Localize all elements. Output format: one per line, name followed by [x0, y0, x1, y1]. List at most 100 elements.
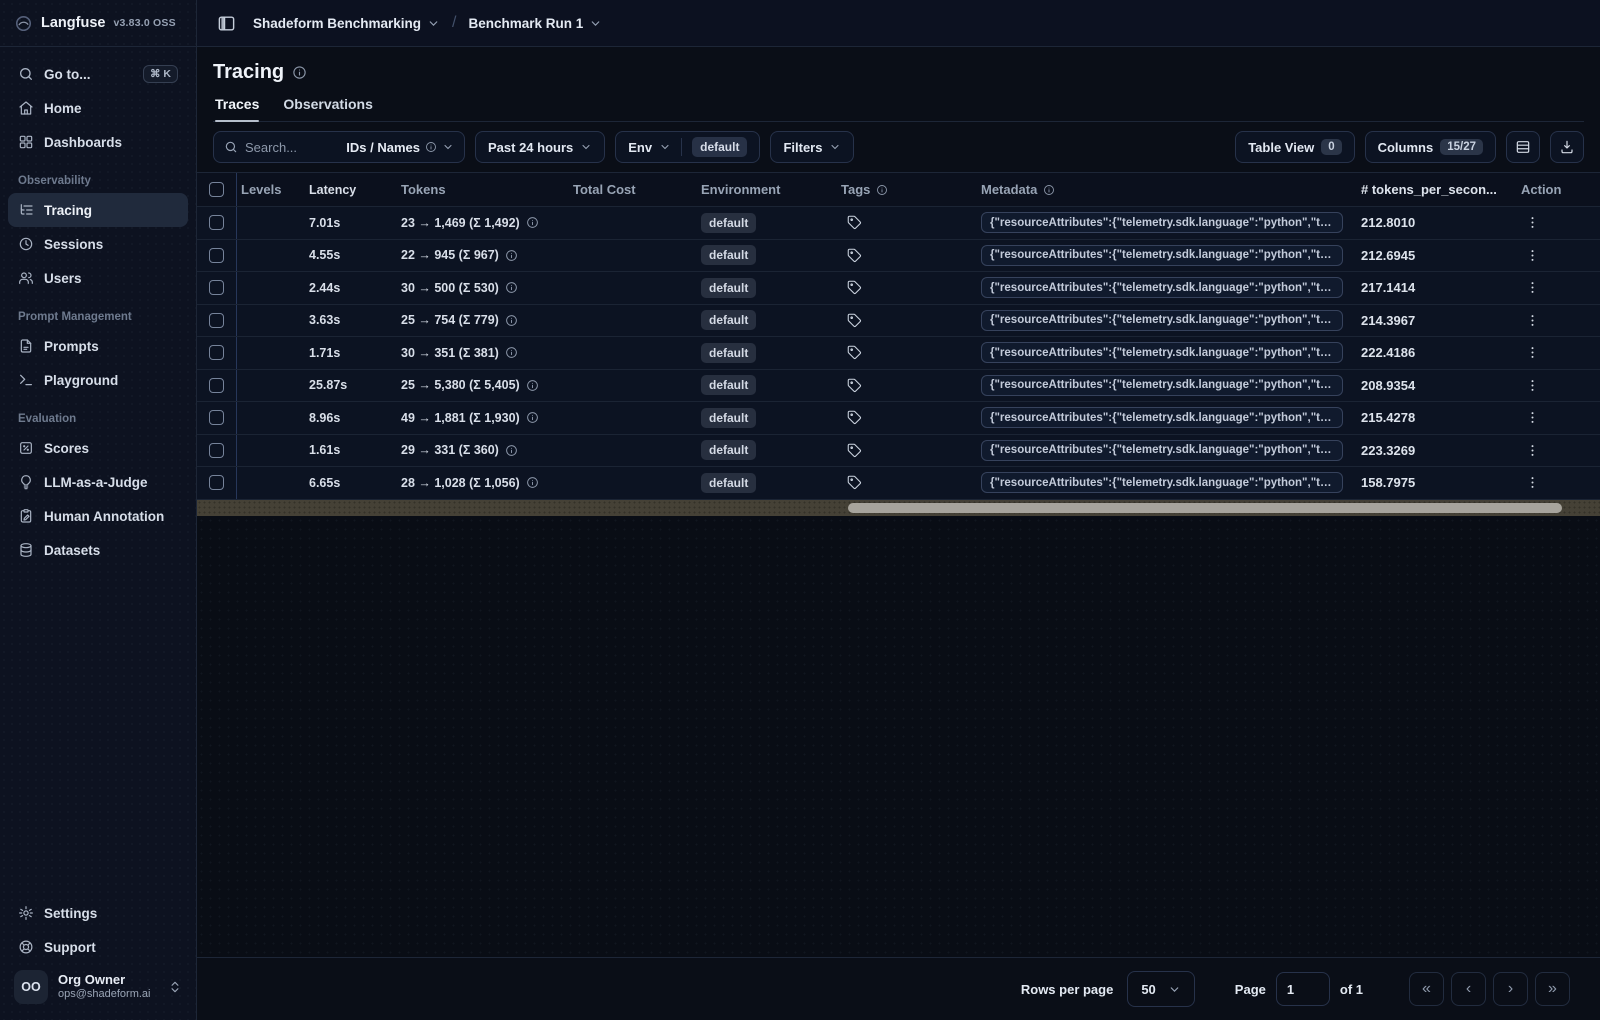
tag-icon[interactable]	[847, 443, 862, 458]
sidebar-item-label: Scores	[44, 440, 90, 456]
next-page-button[interactable]: ›	[1493, 972, 1528, 1006]
column-header-environment: Environment	[701, 182, 781, 197]
goto-search[interactable]: Go to... ⌘ K	[8, 57, 188, 91]
first-page-button[interactable]: «	[1409, 972, 1444, 1006]
kebab-menu-icon[interactable]	[1525, 443, 1540, 458]
tab-traces[interactable]: Traces	[215, 96, 260, 122]
table-row[interactable]: 1.61s 29 → 331 (Σ 360) default {"resourc…	[197, 434, 1600, 467]
search-scope-selector[interactable]: IDs / Names	[346, 140, 454, 155]
sidebar-item-dashboards[interactable]: Dashboards	[8, 125, 188, 159]
kebab-menu-icon[interactable]	[1525, 280, 1540, 295]
section-title-evaluation: Evaluation	[18, 413, 77, 425]
tag-icon[interactable]	[847, 410, 862, 425]
row-checkbox[interactable]	[209, 345, 224, 361]
info-icon[interactable]	[876, 184, 888, 196]
table-row[interactable]: 8.96s 49 → 1,881 (Σ 1,930) default {"res…	[197, 402, 1600, 435]
kebab-menu-icon[interactable]	[1525, 248, 1540, 263]
sidebar-item-home[interactable]: Home	[8, 91, 188, 125]
row-checkbox[interactable]	[209, 280, 224, 296]
breadcrumb-project[interactable]: Shadeform Benchmarking	[253, 16, 440, 31]
row-checkbox[interactable]	[209, 442, 224, 458]
avatar: OO	[14, 970, 48, 1004]
tag-icon[interactable]	[847, 475, 862, 490]
info-icon[interactable]	[526, 476, 539, 489]
tag-icon[interactable]	[847, 248, 862, 263]
page-number-input[interactable]	[1275, 972, 1330, 1006]
sidebar-item-human-annotation[interactable]: Human Annotation	[8, 499, 188, 533]
prev-page-button[interactable]: ‹	[1451, 972, 1486, 1006]
sidebar-item-label: Settings	[44, 905, 98, 921]
info-icon[interactable]	[505, 444, 518, 457]
sidebar-item-scores[interactable]: Scores	[8, 431, 188, 465]
sidebar-item-prompts[interactable]: Prompts	[8, 329, 188, 363]
table-row[interactable]: 7.01s 23 → 1,469 (Σ 1,492) default {"res…	[197, 207, 1600, 240]
columns-button[interactable]: Columns 15/27	[1364, 131, 1496, 163]
table-row[interactable]: 3.63s 25 → 754 (Σ 779) default {"resourc…	[197, 304, 1600, 337]
sidebar-item-settings[interactable]: Settings	[8, 896, 188, 930]
scrollbar-thumb[interactable]	[848, 502, 1562, 513]
user-menu[interactable]: OO Org Owner ops@shadeform.ai	[8, 964, 188, 1010]
table-row[interactable]: 2.44s 30 → 500 (Σ 530) default {"resourc…	[197, 272, 1600, 305]
sidebar-item-datasets[interactable]: Datasets	[8, 533, 188, 567]
info-icon[interactable]	[526, 216, 539, 229]
table-row[interactable]: 6.65s 28 → 1,028 (Σ 1,056) default {"res…	[197, 467, 1600, 500]
kebab-menu-icon[interactable]	[1525, 313, 1540, 328]
kebab-menu-icon[interactable]	[1525, 410, 1540, 425]
info-icon[interactable]	[505, 249, 518, 262]
metadata-cell: {"resourceAttributes":{"telemetry.sdk.la…	[977, 272, 1355, 304]
row-checkbox[interactable]	[209, 377, 224, 393]
kebab-menu-icon[interactable]	[1525, 378, 1540, 393]
rows-per-page-select[interactable]: 50	[1127, 971, 1195, 1007]
info-icon[interactable]	[292, 65, 307, 80]
horizontal-scrollbar[interactable]	[197, 499, 1600, 516]
info-icon[interactable]	[425, 141, 437, 153]
row-checkbox[interactable]	[209, 312, 224, 328]
chevron-down-icon	[580, 141, 592, 153]
sidebar-item-users[interactable]: Users	[8, 261, 188, 295]
export-download-button[interactable]	[1550, 131, 1584, 163]
row-checkbox[interactable]	[209, 247, 224, 263]
filters-button[interactable]: Filters	[770, 131, 855, 163]
tag-icon[interactable]	[847, 345, 862, 360]
levels-cell	[237, 272, 301, 304]
row-checkbox[interactable]	[209, 475, 224, 491]
sidebar-item-tracing[interactable]: Tracing	[8, 193, 188, 227]
environment-badge: default	[701, 212, 757, 233]
info-icon[interactable]	[526, 411, 539, 424]
info-icon[interactable]	[526, 379, 539, 392]
sidebar-item-sessions[interactable]: Sessions	[8, 227, 188, 261]
total-cost-cell	[569, 435, 697, 467]
row-height-button[interactable]	[1506, 131, 1540, 163]
sidebar-toggle-button[interactable]	[211, 8, 241, 38]
table-row[interactable]: 4.55s 22 → 945 (Σ 967) default {"resourc…	[197, 239, 1600, 272]
tab-observations[interactable]: Observations	[283, 96, 372, 121]
tag-icon[interactable]	[847, 280, 862, 295]
tag-icon[interactable]	[847, 215, 862, 230]
sidebar-item-llm-as-a-judge[interactable]: LLM-as-a-Judge	[8, 465, 188, 499]
info-icon[interactable]	[1043, 184, 1055, 196]
kebab-menu-icon[interactable]	[1525, 475, 1540, 490]
row-checkbox[interactable]	[209, 215, 224, 231]
table-row[interactable]: 25.87s 25 → 5,380 (Σ 5,405) default {"re…	[197, 369, 1600, 402]
info-icon[interactable]	[505, 314, 518, 327]
table-row[interactable]: 1.71s 30 → 351 (Σ 381) default {"resourc…	[197, 337, 1600, 370]
search-box[interactable]: IDs / Names	[213, 131, 465, 163]
last-page-button[interactable]: »	[1535, 972, 1570, 1006]
select-all-checkbox[interactable]	[209, 182, 224, 197]
info-icon[interactable]	[505, 346, 518, 359]
tag-icon[interactable]	[847, 313, 862, 328]
search-input[interactable]	[245, 139, 319, 155]
sidebar-item-playground[interactable]: Playground	[8, 363, 188, 397]
info-icon[interactable]	[505, 281, 518, 294]
kebab-menu-icon[interactable]	[1525, 215, 1540, 230]
table-view-button[interactable]: Table View 0	[1235, 131, 1355, 163]
sidebar-item-support[interactable]: Support	[8, 930, 188, 964]
tags-cell	[837, 305, 977, 337]
time-range-button[interactable]: Past 24 hours	[475, 131, 606, 163]
tag-icon[interactable]	[847, 378, 862, 393]
breadcrumb-run[interactable]: Benchmark Run 1	[469, 16, 603, 31]
environment-cell: default	[697, 435, 837, 467]
row-checkbox[interactable]	[209, 410, 224, 426]
kebab-menu-icon[interactable]	[1525, 345, 1540, 360]
environment-filter-button[interactable]: Env default	[615, 131, 761, 163]
